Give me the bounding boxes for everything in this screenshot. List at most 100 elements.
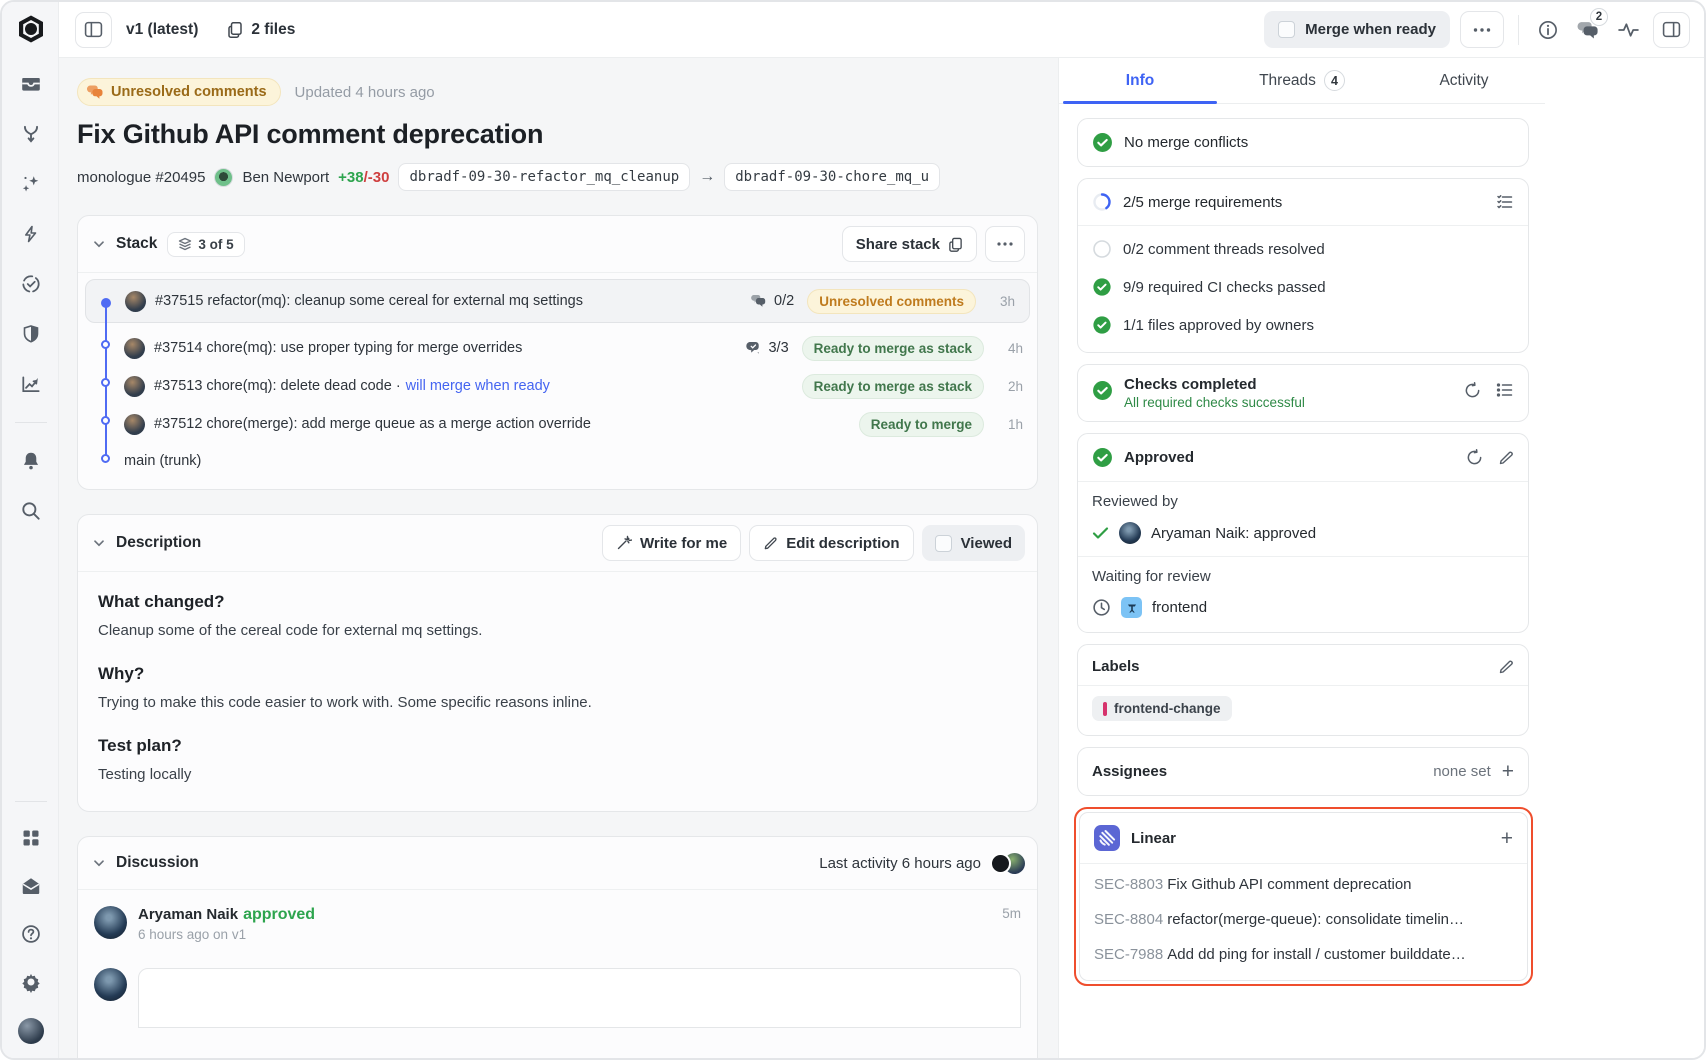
tab-threads[interactable]: Threads4	[1221, 58, 1383, 103]
merge-when-ready-checkbox[interactable]	[1278, 21, 1295, 38]
check-circle-icon	[1092, 277, 1112, 297]
waiting-for-review-label: Waiting for review	[1078, 557, 1528, 587]
discussion-collapse-chevron-icon[interactable]	[92, 856, 106, 870]
row-time: 3h	[989, 294, 1015, 309]
tab-info[interactable]: Info	[1059, 58, 1221, 103]
info-icon[interactable]	[1533, 15, 1563, 45]
edit-labels-icon[interactable]	[1498, 659, 1514, 675]
help-icon[interactable]	[19, 922, 43, 946]
wand-icon	[616, 535, 632, 551]
stack-row[interactable]: #37514 chore(mq): use proper typing for …	[78, 329, 1037, 367]
commenter-name[interactable]: Aryaman Naik	[138, 906, 238, 923]
merge-when-ready-button[interactable]: Merge when ready	[1264, 11, 1450, 48]
discussion-title: Discussion	[116, 854, 199, 872]
commenter-avatar[interactable]	[94, 906, 127, 939]
team-name[interactable]: frontend	[1152, 599, 1207, 616]
row-status-badge: Ready to merge as stack	[802, 336, 984, 361]
toggle-right-panel-button[interactable]	[1653, 12, 1690, 48]
merge-branch-icon[interactable]	[19, 122, 43, 146]
graphite-logo-icon[interactable]	[16, 14, 46, 44]
pending-circle-icon	[1092, 239, 1112, 259]
reply-box[interactable]	[138, 968, 1021, 1028]
author-name[interactable]: Ben Newport	[242, 169, 329, 186]
edit-reviewers-icon[interactable]	[1498, 450, 1514, 466]
comment-time: 5m	[1002, 906, 1021, 942]
linear-highlight-outline: Linear + SEC-8803Fix Github API comment …	[1074, 807, 1533, 986]
check-circle-icon	[1092, 380, 1113, 401]
refresh-icon[interactable]	[1466, 449, 1483, 466]
stack-count-pill[interactable]: 3 of 5	[167, 232, 244, 257]
page-title: Fix Github API comment deprecation	[77, 119, 1038, 150]
stack-more-button[interactable]	[985, 226, 1025, 262]
refresh-icon[interactable]	[1464, 382, 1481, 399]
linear-logo-icon	[1094, 825, 1120, 851]
stack-row-selected[interactable]: #37515 refactor(mq): cleanup some cereal…	[85, 279, 1030, 323]
linear-issue[interactable]: SEC-8804refactor(merge-queue): consolida…	[1080, 902, 1527, 937]
comment-count: 3/3	[745, 340, 788, 356]
apps-grid-icon[interactable]	[19, 826, 43, 850]
comment-meta: 6 hours ago on v1	[138, 927, 991, 942]
review-card: Approved Reviewed by Aryaman Naik: appro…	[1077, 433, 1529, 633]
stack-title: Stack	[116, 235, 157, 253]
mail-icon[interactable]	[19, 874, 43, 898]
edit-description-button[interactable]: Edit description	[749, 525, 913, 561]
merge-requirements-card: 2/5 merge requirements 0/2 comment threa…	[1077, 178, 1529, 353]
clock-icon	[1092, 598, 1111, 617]
add-linear-issue-icon[interactable]: +	[1501, 828, 1513, 849]
reviewer-avatar	[1119, 522, 1141, 544]
viewed-button[interactable]: Viewed	[922, 525, 1025, 561]
search-icon[interactable]	[19, 499, 43, 523]
viewed-checkbox[interactable]	[935, 535, 952, 552]
bolt-icon[interactable]	[19, 222, 43, 246]
will-merge-link[interactable]: will merge when ready	[406, 378, 550, 394]
files-count[interactable]: 2 files	[226, 21, 295, 39]
linear-issue[interactable]: SEC-8803Fix Github API comment deprecati…	[1080, 867, 1527, 902]
notifications-bell-icon[interactable]	[19, 449, 43, 473]
main-content: Unresolved comments Updated 4 hours ago …	[59, 58, 1058, 1058]
last-activity-text: Last activity 6 hours ago	[819, 855, 981, 872]
label-chip[interactable]: frontend-change	[1092, 696, 1232, 721]
version-selector[interactable]: v1 (latest)	[126, 21, 198, 39]
team-icon	[1121, 597, 1142, 618]
comment-action: approved	[243, 906, 315, 923]
repo-number[interactable]: monologue #20495	[77, 169, 205, 186]
toggle-left-panel-button[interactable]	[75, 12, 112, 48]
stack-row-trunk[interactable]: main (trunk)	[78, 443, 1037, 479]
stack-dot-selected	[101, 298, 111, 308]
tab-activity[interactable]: Activity	[1383, 58, 1545, 103]
next-comment-partial	[78, 942, 1037, 1028]
description-heading: What changed?	[98, 592, 1019, 612]
shield-icon[interactable]	[19, 322, 43, 346]
add-assignee-icon[interactable]: +	[1502, 761, 1514, 782]
share-stack-button[interactable]: Share stack	[842, 226, 977, 262]
sparkles-icon[interactable]	[19, 172, 43, 196]
requirements-list-icon[interactable]	[1496, 194, 1514, 210]
row-status-badge: Unresolved comments	[807, 289, 976, 314]
comments-icon[interactable]: 2	[1573, 15, 1603, 45]
author-avatar[interactable]	[214, 168, 233, 187]
insights-chart-icon[interactable]	[19, 372, 43, 396]
unresolved-comments-icon	[87, 84, 104, 100]
linear-issue[interactable]: SEC-7988Add dd ping for install / custom…	[1080, 937, 1527, 972]
top-bar: v1 (latest) 2 files Merge when ready 2	[59, 2, 1704, 58]
row-status-badge: Ready to merge	[859, 412, 984, 437]
stack-row[interactable]: #37513 chore(mq): delete dead code ·will…	[78, 367, 1037, 405]
checks-list-icon[interactable]	[1496, 382, 1514, 398]
ci-checks-icon[interactable]	[19, 272, 43, 296]
inbox-icon[interactable]	[19, 72, 43, 96]
stack-row[interactable]: #37512 chore(merge): add merge queue as …	[78, 405, 1037, 443]
pencil-icon	[763, 536, 778, 551]
reviewer-row: Aryaman Naik: approved	[1078, 512, 1528, 556]
status-badge: Unresolved comments	[77, 78, 281, 106]
check-circle-icon	[1092, 315, 1112, 335]
user-avatar[interactable]	[18, 1018, 44, 1044]
settings-gear-icon[interactable]	[19, 970, 43, 994]
description-collapse-chevron-icon[interactable]	[92, 536, 106, 550]
activity-pulse-icon[interactable]	[1613, 15, 1643, 45]
app-window: v1 (latest) 2 files Merge when ready 2	[0, 0, 1706, 1060]
more-actions-button[interactable]	[1460, 11, 1504, 48]
branch-from-chip[interactable]: dbradf-09-30-refactor_mq_cleanup	[398, 163, 690, 191]
write-for-me-button[interactable]: Write for me	[602, 525, 741, 561]
stack-collapse-chevron-icon[interactable]	[92, 237, 106, 251]
branch-to-chip[interactable]: dbradf-09-30-chore_mq_u	[724, 163, 940, 191]
